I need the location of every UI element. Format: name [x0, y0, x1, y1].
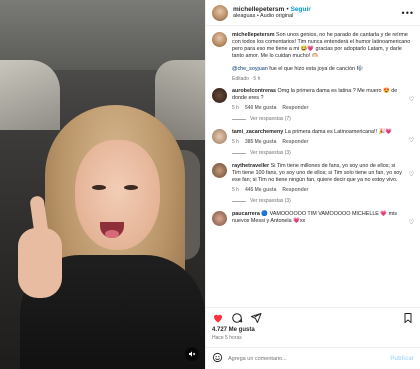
comment-body: aurobelcontreras Omg la primera dama es …: [232, 88, 404, 111]
view-replies-button[interactable]: Ver respuestas (3): [232, 198, 414, 204]
comment-time: 5 h: [232, 105, 239, 111]
heart-icon[interactable]: [212, 312, 224, 324]
sound-icon[interactable]: [185, 347, 199, 361]
publish-button[interactable]: Publicar: [390, 356, 414, 362]
avatar[interactable]: [212, 4, 228, 21]
caption-text: michellepetersm Son unos genios, no he p…: [232, 32, 414, 60]
comments-scroll[interactable]: michellepetersm Son unos genios, no he p…: [206, 26, 420, 307]
video-window-left: [0, 60, 60, 130]
avatar[interactable]: [212, 163, 227, 178]
comment-likes[interactable]: 385 Me gusta: [245, 139, 276, 145]
post-header: michellepetersm • Seguir aleaguas • Audi…: [206, 0, 420, 26]
caption-mention-line: @che_soyjuan fue el que hizo esta joya d…: [232, 66, 414, 73]
replies-line: [232, 118, 246, 120]
comment-likes[interactable]: 540 Me gusta: [245, 105, 276, 111]
add-comment-bar: Publicar: [206, 347, 420, 369]
header-dot: •: [286, 6, 289, 13]
emoji-icon[interactable]: [212, 350, 223, 368]
post-time: Hace 5 horas: [212, 335, 242, 341]
video-eye-left: [92, 185, 106, 190]
caption-mention-text: fue el que hizo esta joya de canción 🎼: [269, 66, 364, 72]
avatar[interactable]: [212, 211, 227, 226]
view-replies-button[interactable]: Ver respuestas (7): [232, 116, 414, 122]
comment-username[interactable]: raythetraveller: [232, 163, 269, 169]
caption-mention[interactable]: @che_soyjuan: [232, 66, 268, 72]
comment-text: raythetraveller Si Tim tiene millones de…: [232, 163, 404, 184]
caption-meta: Editado · 5 h: [232, 76, 414, 82]
header-audio[interactable]: aleaguas • Audio original: [233, 13, 311, 19]
video-tongue: [105, 230, 119, 238]
comment-item: paucarrera 🔵 VAMOOOOOO TIM VAMOOOOO MICH…: [212, 211, 414, 226]
comment-meta: 5 h 445 Me gusta Responder: [232, 187, 404, 193]
post-window: michellepetersm • Seguir aleaguas • Audi…: [0, 0, 420, 369]
more-icon[interactable]: •••: [402, 8, 414, 18]
share-icon[interactable]: [250, 312, 262, 324]
comment-text: tami_zacarchemeny La primera dama es Lat…: [232, 129, 404, 136]
comment-username[interactable]: paucarrera: [232, 211, 260, 217]
replies-line: [232, 200, 246, 202]
caption-username[interactable]: michellepetersm: [232, 32, 275, 38]
view-replies-label[interactable]: Ver respuestas (3): [250, 150, 291, 156]
caption-body: michellepetersm Son unos genios, no he p…: [232, 32, 414, 82]
comment-meta: 5 h 385 Me gusta Responder: [232, 139, 404, 145]
action-bar: [206, 307, 420, 327]
view-replies-label[interactable]: Ver respuestas (3): [250, 198, 291, 204]
comment-content: La primera dama es Latinoamericana!! 🎉💗: [284, 129, 392, 135]
comment-text: aurobelcontreras Omg la primera dama es …: [232, 88, 404, 102]
comment-username[interactable]: tami_zacarchemeny: [232, 129, 283, 135]
avatar[interactable]: [212, 32, 227, 47]
replies-line: [232, 152, 246, 154]
comment-heart-icon[interactable]: ♡: [409, 96, 414, 103]
comment-icon[interactable]: [231, 312, 243, 324]
comment-heart-icon[interactable]: ♡: [409, 219, 414, 226]
reply-button[interactable]: Responder: [282, 139, 308, 145]
follow-button[interactable]: Seguir: [291, 6, 311, 13]
reply-button[interactable]: Responder: [282, 187, 308, 193]
comment-likes[interactable]: 445 Me gusta: [245, 187, 276, 193]
reply-button[interactable]: Responder: [282, 105, 308, 111]
avatar[interactable]: [212, 88, 227, 103]
video-eye-right: [124, 185, 138, 190]
comment-heart-icon[interactable]: ♡: [409, 171, 414, 178]
header-text: michellepetersm • Seguir aleaguas • Audi…: [228, 6, 311, 19]
comment-meta: 5 h 540 Me gusta Responder: [232, 105, 404, 111]
comment-item: aurobelcontreras Omg la primera dama es …: [212, 88, 414, 111]
comment-text: paucarrera 🔵 VAMOOOOOO TIM VAMOOOOO MICH…: [232, 211, 404, 225]
post-side-panel: michellepetersm • Seguir aleaguas • Audi…: [205, 0, 420, 369]
view-replies-button[interactable]: Ver respuestas (3): [232, 150, 414, 156]
comment-body: tami_zacarchemeny La primera dama es Lat…: [232, 129, 404, 145]
video-hand: [18, 228, 62, 298]
comment-body: paucarrera 🔵 VAMOOOOOO TIM VAMOOOOO MICH…: [232, 211, 404, 226]
caption: michellepetersm Son unos genios, no he p…: [212, 32, 414, 82]
comment-time: 5 h: [232, 187, 239, 193]
comment-username[interactable]: aurobelcontreras: [232, 88, 276, 94]
comment-item: raythetraveller Si Tim tiene millones de…: [212, 163, 414, 193]
header-top-line: michellepetersm • Seguir: [228, 6, 311, 13]
view-replies-label[interactable]: Ver respuestas (7): [250, 116, 291, 122]
post-video[interactable]: [0, 0, 205, 369]
comment-item: tami_zacarchemeny La primera dama es Lat…: [212, 129, 414, 145]
comment-heart-icon[interactable]: ♡: [409, 137, 414, 144]
avatar[interactable]: [212, 129, 227, 144]
bookmark-icon[interactable]: [402, 312, 414, 324]
add-comment-input[interactable]: [228, 355, 386, 362]
header-username[interactable]: michellepetersm: [233, 6, 284, 13]
caption-meta-text: Editado · 5 h: [232, 76, 261, 82]
comment-body: raythetraveller Si Tim tiene millones de…: [232, 163, 404, 193]
comment-time: 5 h: [232, 139, 239, 145]
